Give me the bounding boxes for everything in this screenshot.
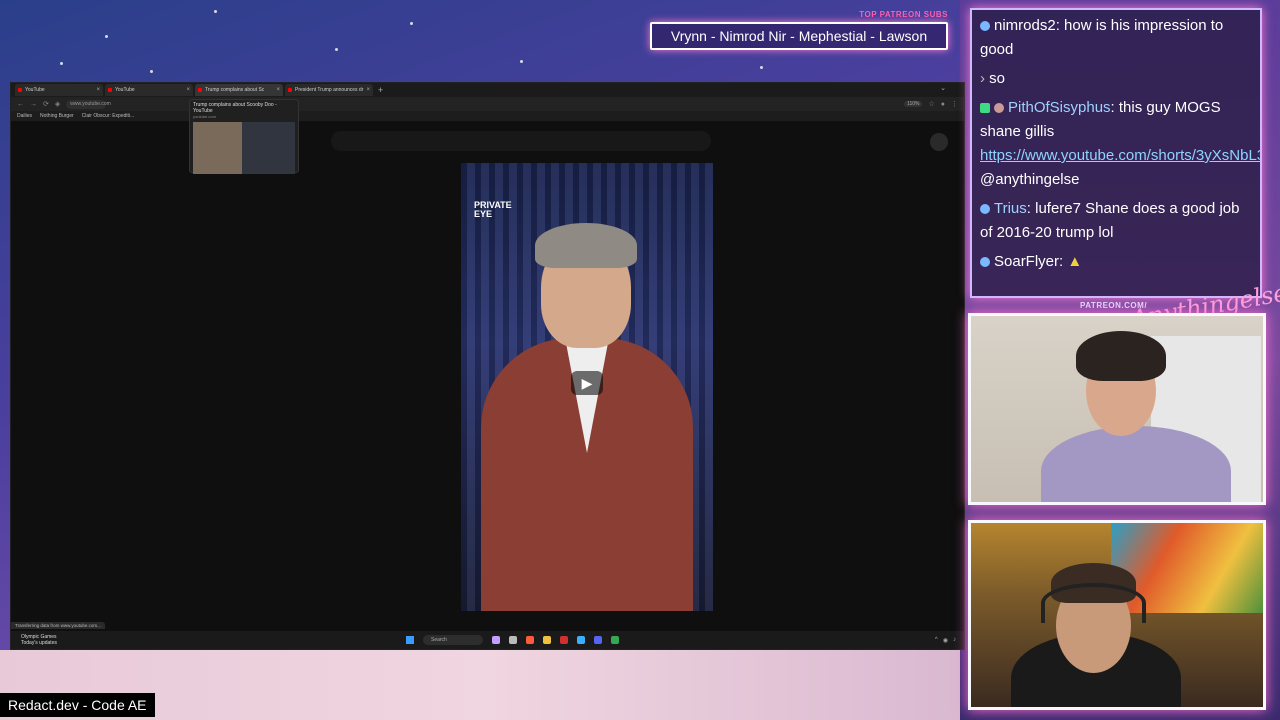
youtube-icon — [18, 88, 22, 92]
chat-message: PithOfSisyphus: this guy MOGS shane gill… — [980, 96, 1260, 192]
chevron-up-icon[interactable]: ^ — [935, 637, 938, 644]
chat-mention: @anythingelse — [980, 171, 1080, 188]
youtube-search-bar[interactable] — [331, 131, 711, 151]
network-icon[interactable]: ◉ — [943, 637, 948, 644]
tab-trump-scooby[interactable]: Trump complains about Sc × — [195, 84, 283, 96]
system-tray: ^ ◉ ♪ — [935, 637, 956, 644]
patreon-names-banner: Vrynn - Nimrod Nir - Mephestial - Lawson — [650, 22, 948, 50]
star-icon[interactable]: ☆ — [928, 100, 934, 108]
address-bar[interactable]: www.youtube.com — [66, 99, 111, 109]
preview-title: Trump complains about Scooby Doo - YouTu… — [193, 102, 277, 114]
chat-username[interactable]: PithOfSisyphus — [1008, 99, 1111, 116]
video-person-hair — [535, 223, 637, 268]
preview-thumbnail — [193, 122, 295, 174]
chrome-icon[interactable] — [611, 636, 619, 644]
youtube-icon — [288, 88, 292, 92]
webcam-guest — [968, 520, 1266, 710]
shield-icon[interactable]: ◈ — [55, 100, 60, 108]
tab-youtube-2[interactable]: YouTube × — [105, 84, 193, 96]
headphones-icon — [1041, 583, 1146, 623]
play-icon[interactable]: ▶ — [571, 371, 603, 395]
bookmark-item[interactable]: Nothing Burger — [40, 113, 74, 119]
windows-taskbar: Olympic Games Today's updates Search ^ ◉… — [11, 631, 964, 649]
preview-url: youtube.com — [193, 114, 216, 119]
webcam-host — [968, 313, 1266, 505]
chat-text: so — [989, 70, 1006, 87]
taskbar-apps: Search — [406, 635, 619, 645]
widget-subtitle: Today's updates — [21, 640, 57, 646]
folder-icon[interactable] — [543, 636, 551, 644]
kick-badge-icon — [980, 103, 990, 114]
youtube-icon — [198, 88, 202, 92]
subscriber-badge-icon — [980, 21, 990, 32]
browser-app-icon[interactable] — [526, 636, 534, 644]
emote-icon: ▲ — [1067, 253, 1083, 270]
close-icon[interactable]: × — [186, 84, 190, 96]
shorts-video-player[interactable]: PRIVATE EYE ▶ — [461, 163, 713, 611]
chat-message: › so — [980, 67, 1252, 91]
chat-message: SoarFlyer: ▲ — [980, 250, 1252, 274]
host-hair — [1076, 331, 1166, 381]
close-icon[interactable]: × — [276, 84, 280, 96]
user-badge-icon — [994, 103, 1004, 114]
chat-panel: nimrods2: how is his impression to good … — [970, 8, 1262, 298]
close-icon[interactable]: × — [366, 84, 370, 96]
news-widget[interactable]: Olympic Games Today's updates — [11, 634, 57, 646]
app-icon[interactable] — [577, 636, 585, 644]
browser-window: YouTube × YouTube × Trump complains about … — [10, 82, 965, 650]
tab-president-trump[interactable]: President Trump announces dr × — [285, 84, 373, 96]
discord-icon[interactable] — [594, 636, 602, 644]
chat-message: Trius: lufere7 Shane does a good job of … — [980, 200, 1240, 241]
youtube-icon — [108, 88, 112, 92]
private-eye-logo: PRIVATE EYE — [474, 200, 512, 219]
task-view-icon[interactable] — [509, 636, 517, 644]
new-tab-button[interactable]: + — [378, 85, 383, 95]
chat-username[interactable]: Trius — [994, 200, 1027, 217]
chat-username[interactable]: SoarFlyer — [994, 253, 1059, 270]
chat-message: nimrods2: how is his impression to good — [980, 17, 1224, 58]
taskbar-search[interactable]: Search — [423, 635, 483, 645]
tab-bar: YouTube × YouTube × Trump complains about … — [11, 83, 964, 97]
subscriber-badge-icon — [980, 204, 990, 215]
reload-icon[interactable]: ⟳ — [43, 100, 49, 108]
patreon-label: TOP PATREON SUBS — [859, 10, 948, 19]
app-icon[interactable] — [560, 636, 568, 644]
windows-start-icon[interactable] — [406, 636, 414, 644]
avatar[interactable] — [930, 133, 948, 151]
tab-hover-preview: Trump complains about Scooby Doo - YouTu… — [189, 99, 299, 174]
sponsor-label: Redact.dev - Code AE — [0, 693, 155, 717]
volume-icon[interactable]: ♪ — [953, 637, 956, 644]
back-icon[interactable]: ← — [17, 101, 24, 108]
chat-link[interactable]: https://www.youtube.com/shorts/3yXsNbL3Q… — [980, 147, 1260, 164]
tab-youtube-1[interactable]: YouTube × — [15, 84, 103, 96]
extensions-icon[interactable]: ● — [941, 101, 945, 108]
chevron-down-icon[interactable]: ⌄ — [940, 84, 946, 92]
forward-icon[interactable]: → — [30, 101, 37, 108]
app-icon[interactable] — [492, 636, 500, 644]
menu-icon[interactable]: ⋮ — [951, 100, 958, 108]
bookmark-item[interactable]: Dailies — [17, 113, 32, 119]
chat-username[interactable]: nimrods2 — [994, 17, 1056, 34]
zoom-level[interactable]: 110% — [904, 101, 923, 107]
bookmark-item[interactable]: Clair Obscur: Expediti... — [82, 113, 135, 119]
subscriber-badge-icon — [980, 257, 990, 268]
close-icon[interactable]: × — [96, 84, 100, 96]
reply-arrow-icon: › — [980, 70, 985, 87]
bookmarks-bar: Dailies Nothing Burger Clair Obscur: Exp… — [11, 111, 964, 121]
nav-bar: ← → ⟳ ◈ www.youtube.com 110% ☆ ● ⋮ — [11, 97, 964, 111]
status-bar: Transferring data from www.youtube.com..… — [11, 622, 105, 629]
